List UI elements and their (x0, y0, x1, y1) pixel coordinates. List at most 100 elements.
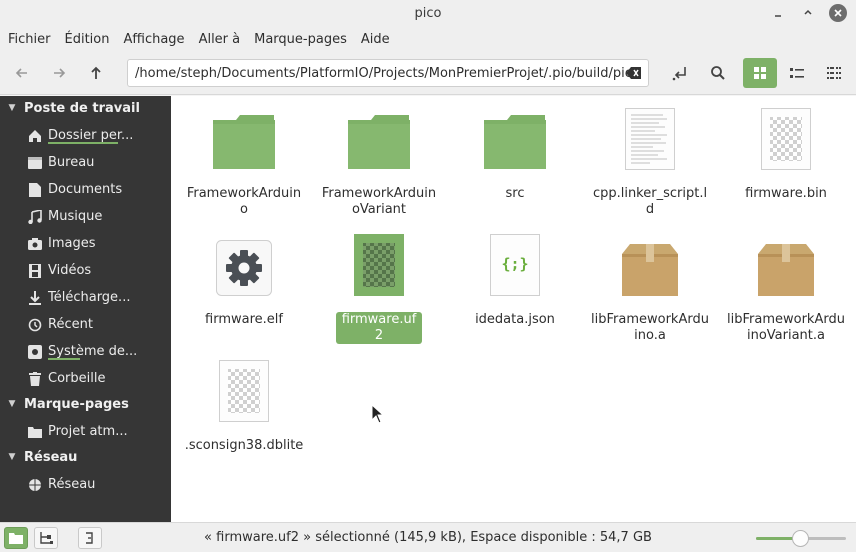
menu-aller-a[interactable]: Aller à (192, 32, 248, 47)
archive-icon (753, 230, 819, 296)
desktop-icon (27, 155, 43, 171)
expander-icon: ▼ (8, 452, 16, 462)
sidebar-item-label: Images (48, 236, 96, 251)
usage-bar (48, 358, 80, 360)
toggle-location-button[interactable] (665, 58, 697, 88)
list-icon (790, 68, 804, 78)
history-icon (27, 317, 43, 333)
close-button[interactable] (829, 4, 847, 22)
location-entry[interactable]: /home/steph/Documents/PlatformIO/Project… (127, 59, 649, 87)
title-bar: pico (0, 0, 856, 26)
sidebar: ▼ Poste de travail Dossier per... Bureau… (0, 96, 171, 522)
folder-icon (211, 104, 277, 170)
folder-icon (27, 424, 43, 440)
sidebar-item-label: Bureau (48, 155, 95, 170)
minimize-button[interactable] (769, 4, 787, 22)
clear-entry-icon[interactable] (626, 66, 642, 84)
menu-edition[interactable]: Édition (58, 32, 117, 47)
file-name: firmware.bin (745, 186, 827, 201)
music-icon (27, 209, 43, 225)
arrow-up-icon (91, 66, 101, 79)
file-name: src (505, 186, 525, 201)
file-view[interactable]: FrameworkArduino FrameworkArduinoVariant… (171, 96, 856, 522)
folder-icon (346, 104, 412, 170)
text-file-icon (617, 104, 683, 170)
back-button[interactable] (6, 58, 38, 88)
menu-fichier[interactable]: Fichier (1, 32, 58, 47)
section-title: Marque-pages (24, 396, 129, 412)
compact-list-icon (827, 67, 841, 79)
sidebar-section-poste-de-travail[interactable]: ▼ Poste de travail (0, 96, 140, 120)
network-icon (27, 477, 43, 493)
camera-icon (27, 236, 43, 252)
status-bar: « firmware.uf2 » sélectionné (145,9 kB),… (0, 522, 856, 552)
sidebar-section-marque-pages[interactable]: ▼ Marque-pages (0, 392, 129, 416)
usage-bar (48, 142, 118, 144)
status-text: « firmware.uf2 » sélectionné (145,9 kB),… (204, 530, 652, 545)
sidebar-item-home[interactable]: Dossier per... (0, 122, 171, 149)
sidebar-section-reseau[interactable]: ▼ Réseau (0, 445, 78, 469)
sidebar-item-recent[interactable]: Récent (0, 311, 171, 338)
svg-text:{;}: {;} (501, 255, 528, 273)
window-title: pico (414, 6, 442, 21)
search-button[interactable] (702, 58, 734, 88)
json-file-icon: {;} (482, 230, 548, 296)
list-view-button[interactable] (781, 58, 813, 88)
drive-icon (27, 344, 43, 360)
sidebar-item-trash[interactable]: Corbeille (0, 365, 171, 392)
sidebar-item-desktop[interactable]: Bureau (0, 149, 171, 176)
film-icon (27, 263, 43, 279)
sidebar-item-images[interactable]: Images (0, 230, 171, 257)
sidebar-item-label: Corbeille (48, 371, 106, 386)
section-title: Réseau (24, 449, 78, 465)
sidebar-item-label: Réseau (48, 477, 96, 492)
trash-icon (27, 371, 43, 387)
file-name: firmware.uf2 (336, 312, 422, 344)
menu-marque-pages[interactable]: Marque-pages (247, 32, 354, 47)
forward-button[interactable] (43, 58, 75, 88)
maximize-button[interactable] (799, 4, 817, 22)
file-name: cpp.linker_script.ld (592, 186, 708, 217)
binary-file-icon (211, 356, 277, 422)
zoom-slider-handle[interactable] (792, 530, 809, 547)
sidebar-item-projet[interactable]: Projet atm... (0, 418, 171, 445)
sidebar-item-downloads[interactable]: Télécharge... (0, 284, 171, 311)
file-name: .sconsign38.dblite (184, 438, 304, 453)
folder-icon (482, 104, 548, 170)
sidebar-item-music[interactable]: Musique (0, 203, 171, 230)
menu-affichage[interactable]: Affichage (116, 32, 191, 47)
sidebar-item-documents[interactable]: Documents (0, 176, 171, 203)
download-icon (27, 290, 43, 306)
home-icon (27, 128, 43, 144)
sidebar-item-label: Système de... (48, 344, 138, 359)
compact-view-button[interactable] (818, 58, 850, 88)
sidebar-item-videos[interactable]: Vidéos (0, 257, 171, 284)
file-name: FrameworkArduinoVariant (321, 186, 437, 217)
menu-bar: Fichier Édition Affichage Aller à Marque… (0, 26, 856, 52)
gear-icon (211, 230, 277, 296)
zoom-slider[interactable] (756, 530, 846, 547)
location-path: /home/steph/Documents/PlatformIO/Project… (135, 65, 640, 81)
archive-icon (617, 230, 683, 296)
sidebar-item-label: Vidéos (48, 263, 92, 278)
file-name: libFrameworkArduinoVariant.a (727, 312, 845, 343)
sidebar-item-label: Musique (48, 209, 103, 224)
menu-aide[interactable]: Aide (354, 32, 397, 47)
binary-file-icon (753, 104, 819, 170)
section-title: Poste de travail (24, 100, 140, 116)
file-name: firmware.elf (205, 312, 283, 327)
sidebar-item-label: Récent (48, 317, 93, 332)
sidebar-item-label: Dossier per... (48, 128, 134, 143)
arrow-left-icon (15, 68, 27, 78)
path-toggle-icon (672, 67, 686, 81)
toolbar: /home/steph/Documents/PlatformIO/Project… (0, 52, 856, 95)
file-name: FrameworkArduino (186, 186, 302, 217)
expander-icon: ▼ (8, 399, 16, 409)
sidebar-item-network[interactable]: Réseau (0, 471, 171, 498)
icon-view-button[interactable] (743, 58, 777, 88)
grid-icon (754, 67, 766, 79)
file-name: libFrameworkArduino.a (591, 312, 709, 343)
sidebar-item-filesystem[interactable]: Système de... (0, 338, 171, 365)
sidebar-item-label: Projet atm... (48, 424, 128, 439)
up-button[interactable] (80, 58, 112, 88)
